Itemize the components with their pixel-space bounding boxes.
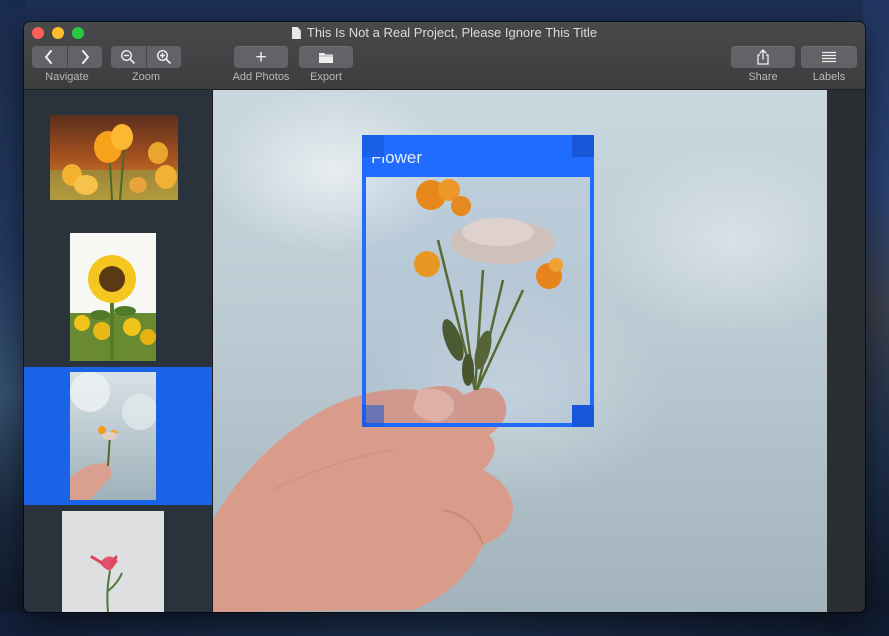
thumbnail-sunflower[interactable] bbox=[70, 233, 156, 361]
labels-label: Labels bbox=[812, 71, 846, 83]
zoom-out-button[interactable] bbox=[111, 46, 147, 68]
document-icon bbox=[291, 27, 301, 39]
forward-button[interactable] bbox=[68, 46, 103, 68]
add-photos-label: Add Photos bbox=[232, 71, 290, 83]
export-label: Export bbox=[310, 71, 342, 83]
desktop-wallpaper-right bbox=[863, 0, 889, 636]
navigate-segmented-control bbox=[32, 46, 102, 68]
navigate-label: Navigate bbox=[45, 71, 89, 83]
app-window: This Is Not a Real Project, Please Ignor… bbox=[24, 22, 865, 612]
zoom-in-button[interactable] bbox=[147, 46, 182, 68]
thumbnail-hand-holding-flower[interactable] bbox=[66, 372, 158, 500]
resize-handle-top-left[interactable] bbox=[362, 135, 384, 157]
zoom-label: Zoom bbox=[131, 71, 161, 83]
thumbnail-tulips[interactable] bbox=[50, 115, 178, 201]
annotation-bounding-box[interactable]: Flower bbox=[362, 135, 594, 427]
sunflower-image bbox=[70, 233, 156, 361]
resize-handle-top-right[interactable] bbox=[572, 135, 594, 157]
back-button[interactable] bbox=[32, 46, 68, 68]
share-icon bbox=[757, 49, 769, 65]
folder-icon bbox=[319, 52, 333, 63]
thumbnail-pink-flower[interactable] bbox=[62, 511, 164, 612]
chevron-left-icon bbox=[45, 50, 53, 64]
plus-icon: + bbox=[255, 46, 267, 68]
right-panel bbox=[827, 90, 865, 612]
resize-handle-bottom-left[interactable] bbox=[362, 405, 384, 427]
desktop-wallpaper-left bbox=[0, 0, 26, 636]
window-title-bar: This Is Not a Real Project, Please Ignor… bbox=[24, 25, 865, 41]
share-button[interactable] bbox=[731, 46, 795, 68]
zoom-segmented-control bbox=[111, 46, 181, 68]
hand-flower-image bbox=[66, 372, 158, 500]
image-canvas[interactable]: Flower bbox=[213, 90, 827, 612]
zoom-in-icon bbox=[156, 49, 171, 64]
toolbar: This Is Not a Real Project, Please Ignor… bbox=[24, 22, 865, 90]
share-label: Share bbox=[748, 71, 778, 83]
zoom-out-icon bbox=[121, 49, 136, 64]
resize-handle-bottom-right[interactable] bbox=[572, 405, 594, 427]
desktop-wallpaper-bottom bbox=[0, 612, 889, 636]
window-title: This Is Not a Real Project, Please Ignor… bbox=[306, 25, 598, 40]
chevron-right-icon bbox=[81, 50, 89, 64]
add-photos-button[interactable]: + bbox=[234, 46, 288, 68]
pink-flower-image bbox=[62, 511, 164, 612]
tulips-image bbox=[50, 115, 178, 201]
annotation-label-bar[interactable]: Flower bbox=[366, 139, 590, 177]
labels-button[interactable] bbox=[801, 46, 857, 68]
list-icon bbox=[822, 51, 836, 63]
photo-sidebar bbox=[24, 90, 213, 612]
export-button[interactable] bbox=[299, 46, 353, 68]
